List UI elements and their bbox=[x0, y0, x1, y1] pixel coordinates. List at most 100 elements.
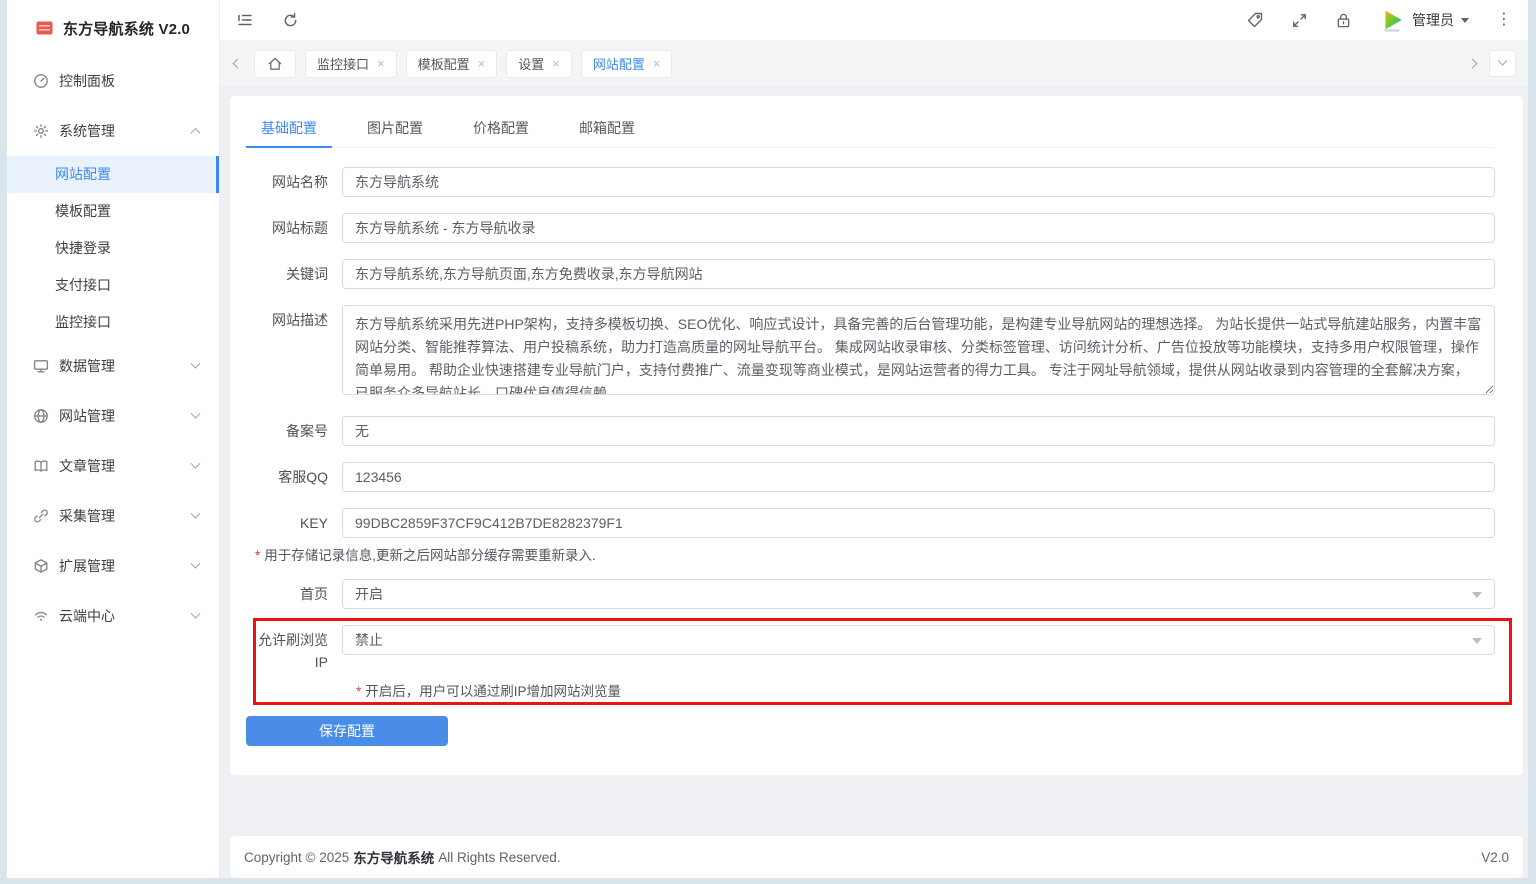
home-icon bbox=[267, 56, 283, 72]
sidebar-item-dashboard[interactable]: 控制面板 bbox=[7, 56, 219, 106]
wifi-icon bbox=[33, 608, 49, 624]
field-label: 网站描述 bbox=[246, 305, 342, 400]
chevron-down-icon bbox=[191, 558, 201, 568]
caret-down-icon bbox=[1472, 638, 1482, 644]
caret-down-icon bbox=[1461, 18, 1469, 23]
footer-brand: 东方导航系统 bbox=[353, 847, 434, 867]
page-tabbar: 监控接口 模板配置 设置 网站配置 bbox=[220, 41, 1528, 86]
sidebar-subitem-site-config[interactable]: 网站配置 bbox=[7, 156, 219, 193]
key-hint: * 用于存储记录信息,更新之后网站部分缓存需要重新录入. bbox=[255, 544, 1495, 564]
sidebar-subitem-quick-login[interactable]: 快捷登录 bbox=[7, 230, 219, 267]
allow-ip-hint: *开启后，用户可以通过刷IP增加网站浏览量 bbox=[246, 680, 1495, 700]
site-name-input[interactable] bbox=[342, 167, 1495, 197]
close-icon[interactable] bbox=[653, 57, 661, 70]
field-label: KEY bbox=[246, 508, 342, 538]
link-icon bbox=[33, 508, 49, 524]
kebab-menu-icon[interactable]: ⋮ bbox=[1496, 12, 1512, 28]
user-menu[interactable]: 管理员 bbox=[1379, 7, 1469, 33]
allow-ip-select[interactable]: 禁止 bbox=[342, 625, 1495, 655]
tabs-scroll-left[interactable] bbox=[230, 56, 245, 71]
sidebar-item-collect[interactable]: 采集管理 bbox=[7, 491, 219, 541]
sidebar-menu: 控制面板 系统管理 网站配置 模板配置 快捷登录 支付接口 监控接口 bbox=[7, 56, 219, 641]
field-label: 备案号 bbox=[246, 416, 342, 446]
tab-label: 模板配置 bbox=[418, 54, 470, 73]
form-row-site-title: 网站标题 bbox=[246, 213, 1495, 243]
tabs-scroll-right[interactable] bbox=[1465, 56, 1480, 71]
tabs-dropdown-button[interactable] bbox=[1489, 50, 1516, 77]
form-row-allow-ip: 允许刷浏览IP 禁止 *开启后，用户可以通过刷IP增加网站浏览量 bbox=[246, 625, 1495, 700]
lock-icon[interactable] bbox=[1335, 12, 1352, 29]
fullscreen-icon[interactable] bbox=[1291, 12, 1308, 29]
tab-label: 网站配置 bbox=[593, 54, 645, 73]
tab-image-config[interactable]: 图片配置 bbox=[352, 109, 438, 147]
topbar: 管理员 ⋮ bbox=[220, 0, 1528, 41]
field-label: 客服QQ bbox=[246, 462, 342, 492]
close-icon[interactable] bbox=[552, 57, 560, 70]
close-icon[interactable] bbox=[478, 57, 486, 70]
sidebar-subitem-payment-api[interactable]: 支付接口 bbox=[7, 267, 219, 304]
homepage-select[interactable]: 开启 bbox=[342, 579, 1495, 609]
app-logo[interactable]: 东方导航系统 V2.0 bbox=[7, 0, 219, 56]
form-row-homepage: 首页 开启 bbox=[246, 579, 1495, 609]
sidebar-item-extension[interactable]: 扩展管理 bbox=[7, 541, 219, 591]
tab-home[interactable] bbox=[254, 50, 296, 78]
tab-price-config[interactable]: 价格配置 bbox=[458, 109, 544, 147]
field-label: 允许刷浏览IP bbox=[246, 625, 342, 673]
tab-monitor-api[interactable]: 监控接口 bbox=[305, 50, 397, 78]
chevron-up-icon bbox=[191, 127, 201, 137]
footer-version: V2.0 bbox=[1481, 850, 1509, 865]
globe-icon bbox=[33, 408, 49, 424]
description-textarea[interactable]: 东方导航系统采用先进PHP架构，支持多模板切换、SEO优化、响应式设计，具备完善… bbox=[342, 305, 1495, 395]
footer: Copyright © 2025 东方导航系统 All Rights Reser… bbox=[230, 836, 1523, 878]
icp-input[interactable] bbox=[342, 416, 1495, 446]
avatar bbox=[1379, 7, 1405, 33]
sidebar-subitem-label: 快捷登录 bbox=[55, 240, 111, 256]
tab-email-config[interactable]: 邮箱配置 bbox=[564, 109, 650, 147]
sidebar-item-label: 采集管理 bbox=[59, 506, 192, 526]
tab-site-config[interactable]: 网站配置 bbox=[581, 50, 673, 78]
tag-icon[interactable] bbox=[1246, 11, 1264, 29]
save-config-button[interactable]: 保存配置 bbox=[246, 716, 448, 746]
menu-fold-icon[interactable] bbox=[236, 11, 254, 29]
app-window: 东方导航系统 V2.0 控制面板 系统管理 网站配置 模板配置 快捷登录 bbox=[7, 0, 1528, 878]
qq-input[interactable] bbox=[342, 462, 1495, 492]
content-spacer bbox=[220, 775, 1528, 836]
tab-template-config[interactable]: 模板配置 bbox=[406, 50, 498, 78]
sidebar-item-label: 控制面板 bbox=[59, 71, 199, 91]
sidebar-item-data[interactable]: 数据管理 bbox=[7, 341, 219, 391]
keywords-input[interactable] bbox=[342, 259, 1495, 289]
sidebar-item-label: 数据管理 bbox=[59, 356, 192, 376]
sidebar-subitem-template-config[interactable]: 模板配置 bbox=[7, 193, 219, 230]
chevron-down-icon bbox=[191, 508, 201, 518]
sidebar-item-website[interactable]: 网站管理 bbox=[7, 391, 219, 441]
required-asterisk: * bbox=[255, 548, 260, 563]
chevron-right-icon bbox=[1468, 59, 1478, 69]
monitor-icon bbox=[33, 358, 49, 374]
tab-label: 监控接口 bbox=[317, 54, 369, 73]
key-input[interactable] bbox=[342, 508, 1495, 538]
site-title-input[interactable] bbox=[342, 213, 1495, 243]
sidebar-subitem-monitor-api[interactable]: 监控接口 bbox=[7, 304, 219, 341]
hint-text: 用于存储记录信息,更新之后网站部分缓存需要重新录入. bbox=[264, 548, 596, 563]
chevron-left-icon bbox=[233, 59, 243, 69]
tab-label: 设置 bbox=[518, 54, 544, 73]
form-row-keywords: 关键词 bbox=[246, 259, 1495, 289]
refresh-icon[interactable] bbox=[282, 12, 299, 29]
app-title: 东方导航系统 V2.0 bbox=[63, 18, 190, 39]
close-icon[interactable] bbox=[377, 57, 385, 70]
chevron-down-icon bbox=[191, 608, 201, 618]
copyright-suffix: All Rights Reserved. bbox=[438, 850, 560, 865]
sidebar-item-system[interactable]: 系统管理 bbox=[7, 106, 219, 156]
form-row-qq: 客服QQ bbox=[246, 462, 1495, 492]
tab-basic-config[interactable]: 基础配置 bbox=[246, 109, 332, 147]
form-row-site-name: 网站名称 bbox=[246, 167, 1495, 197]
brand-logo-icon bbox=[36, 21, 53, 35]
field-label: 网站标题 bbox=[246, 213, 342, 243]
sidebar-item-article[interactable]: 文章管理 bbox=[7, 441, 219, 491]
copyright-prefix: Copyright © 2025 bbox=[244, 850, 349, 865]
sidebar-item-cloud[interactable]: 云端中心 bbox=[7, 591, 219, 641]
hint-text: 开启后，用户可以通过刷IP增加网站浏览量 bbox=[365, 684, 621, 699]
basic-config-form: 网站名称 网站标题 关键词 网站描述 东方导航系统采用先进PHP架构，支持多模板… bbox=[246, 148, 1495, 746]
sidebar-item-label: 扩展管理 bbox=[59, 556, 192, 576]
tab-settings[interactable]: 设置 bbox=[506, 50, 572, 78]
